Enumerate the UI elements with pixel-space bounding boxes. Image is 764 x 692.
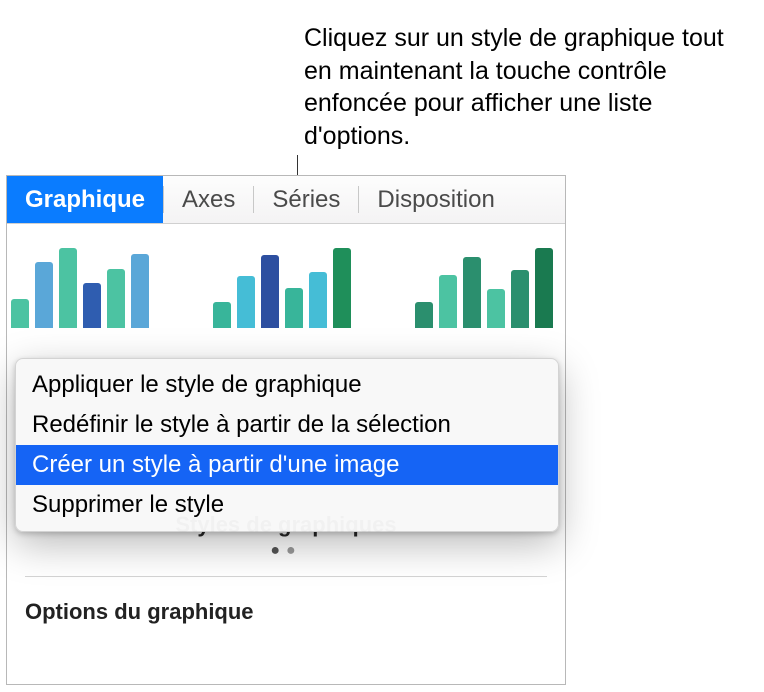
chart-bar <box>107 269 125 328</box>
chart-style-thumbnail[interactable] <box>9 248 159 328</box>
chart-bar <box>511 270 529 328</box>
chart-bar <box>59 248 77 328</box>
menu-item-redefine-style[interactable]: Redéfinir le style à partir de la sélect… <box>16 405 558 445</box>
menu-item-delete-style[interactable]: Supprimer le style <box>16 485 558 525</box>
chart-options-label: Options du graphique <box>7 577 565 625</box>
chart-bar <box>213 302 231 328</box>
chart-bar <box>237 276 255 328</box>
chart-bar <box>487 289 505 329</box>
chart-bar <box>439 275 457 328</box>
tab-axes[interactable]: Axes <box>164 176 253 223</box>
chart-bar <box>261 255 279 328</box>
chart-bar <box>309 272 327 328</box>
context-menu: Appliquer le style de graphique Redéfini… <box>15 358 559 532</box>
style-thumbnails-row <box>7 242 565 328</box>
chart-bar <box>11 299 29 328</box>
inspector-panel: Graphique Axes Séries Disposition Appliq… <box>6 175 566 685</box>
chart-bar <box>463 257 481 328</box>
chart-styles-area: Appliquer le style de graphique Redéfini… <box>7 224 565 554</box>
tab-series[interactable]: Séries <box>254 176 358 223</box>
callout-text: Cliquez sur un style de graphique tout e… <box>304 22 744 152</box>
tab-graphique[interactable]: Graphique <box>7 176 163 223</box>
tab-bar: Graphique Axes Séries Disposition <box>7 176 565 224</box>
chart-bar <box>131 254 149 328</box>
menu-item-apply-style[interactable]: Appliquer le style de graphique <box>16 365 558 405</box>
chart-style-thumbnail[interactable] <box>211 248 361 328</box>
chart-bar <box>83 283 101 328</box>
chart-bar <box>333 248 351 328</box>
chart-bar <box>415 302 433 328</box>
chart-bar <box>285 288 303 328</box>
chart-bar <box>35 262 53 328</box>
page-dots[interactable]: ●● <box>7 542 565 560</box>
menu-item-create-style-from-image[interactable]: Créer un style à partir d'une image <box>16 445 558 485</box>
tab-disposition[interactable]: Disposition <box>359 176 512 223</box>
chart-bar <box>535 248 553 328</box>
chart-style-thumbnail[interactable] <box>413 248 563 328</box>
